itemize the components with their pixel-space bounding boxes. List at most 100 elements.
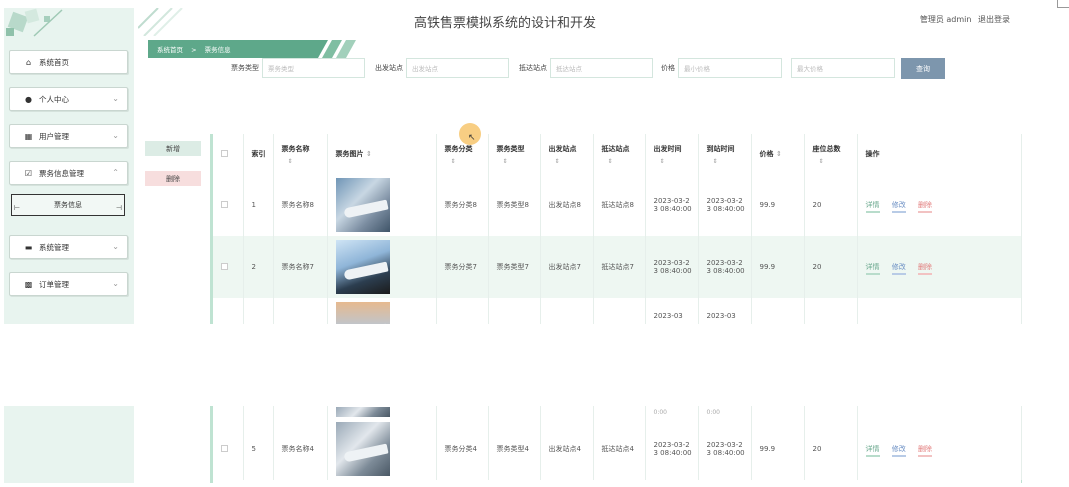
sidebar-item-personal[interactable]: ● 个人中心 ⌄ <box>9 87 128 111</box>
cell-from: 出发站点8 <box>540 174 594 236</box>
cell-arrive: 2023-03-23 08:40:00 <box>698 174 752 236</box>
search-button[interactable]: 查询 <box>901 58 945 79</box>
ticket-table: 索引 票务名称 ⇕ 票务图片 ⇕ 票务分类 ⇕ 票务类型 ⇕ 出发站点 ⇕ 抵达站点 ⇕ … <box>210 134 1022 324</box>
home-icon: ⌂ <box>25 57 32 67</box>
row-checkbox[interactable] <box>221 444 228 452</box>
cell-seats: 20 <box>804 174 858 236</box>
corner-decoration <box>6 8 63 37</box>
sidebar-item-home[interactable]: ⌂ 系统首页 <box>9 50 128 74</box>
submenu-label: 票务信息 <box>54 201 82 209</box>
sort-icon: ⇕ <box>287 157 293 165</box>
breadcrumb-text: 系统首页 > 票务信息 <box>157 44 237 54</box>
col-header-name[interactable]: 票务名称 ⇕ <box>273 134 328 174</box>
cell-seats: 20 <box>804 236 858 298</box>
selection-handle-left-icon: ⊢ <box>14 204 21 212</box>
col-header-seats[interactable]: 座位总数 ⇕ <box>804 134 858 174</box>
search-label: 抵达站点 <box>519 64 547 72</box>
detail-button[interactable]: 详情 <box>865 201 880 213</box>
breadcrumb-separator: > <box>191 46 197 54</box>
edit-button[interactable]: 修改 <box>891 201 906 213</box>
cell-seats: 20 <box>804 418 858 480</box>
submenu-ticket-info[interactable]: ⊢ 票务信息 ⊣ <box>11 194 125 216</box>
chevron-down-icon: ⌄ <box>112 94 119 103</box>
cell-actions: 详情 修改 删除 <box>857 418 1022 480</box>
select-all-checkbox[interactable] <box>221 149 228 157</box>
max-price-input[interactable]: 最大价格 <box>791 58 895 78</box>
sidebar: ⌂ 系统首页 ● 个人中心 ⌄ ▦ 用户管理 ⌄ ☑ 票务信息管理 ⌃ ⊢ 票务… <box>4 8 134 324</box>
cell-type: 票务类型8 <box>488 174 541 236</box>
search-label: 票务类型 <box>231 64 259 72</box>
row-checkbox[interactable] <box>221 200 228 208</box>
sidebar-item-label: 个人中心 <box>39 94 69 104</box>
search-arrival: 抵达站点 抵达站点 <box>519 58 653 78</box>
delete-button[interactable]: 删除 <box>917 263 932 275</box>
breadcrumb: 系统首页 > 票务信息 <box>148 40 358 58</box>
detail-button[interactable]: 详情 <box>865 263 880 275</box>
col-header-image[interactable]: 票务图片 ⇕ <box>327 134 437 174</box>
sidebar-lower <box>4 406 134 483</box>
cell-index: 2 <box>243 236 274 298</box>
sort-icon: ⇕ <box>775 150 782 158</box>
sidebar-item-system[interactable]: ▬ 系统管理 ⌄ <box>9 235 128 259</box>
cell-arrive-partial: 0:00 <box>698 406 752 418</box>
table-row: 2 票务名称7 票务分类7 票务类型7 出发站点7 抵达站点7 2023-03-… <box>213 236 1022 298</box>
search-ticket-type: 票务类型 票务类型 <box>231 58 365 78</box>
cell-name: 票务名称8 <box>273 174 328 236</box>
delete-button[interactable]: 删除 <box>917 445 932 457</box>
departure-input[interactable]: 出发站点 <box>406 58 509 78</box>
check-icon: ☑ <box>24 168 33 178</box>
col-header-price[interactable]: 价格 ⇕ <box>751 134 805 174</box>
bulk-delete-button[interactable]: 删除 <box>145 171 201 186</box>
breadcrumb-home[interactable]: 系统首页 <box>157 46 183 54</box>
sidebar-item-orders[interactable]: ▩ 订单管理 ⌄ <box>9 272 128 296</box>
cell-arrive: 2023-03-23 08:40:00 <box>698 236 752 298</box>
sidebar-item-ticket-management[interactable]: ☑ 票务信息管理 ⌃ <box>9 161 128 185</box>
table-row-partial: 0:00 0:00 <box>213 406 1022 418</box>
cell-category: 票务分类8 <box>436 174 489 236</box>
ticket-image <box>335 178 390 232</box>
add-button[interactable]: 新增 <box>145 141 201 156</box>
logout-link[interactable]: 退出登录 <box>978 15 1010 24</box>
cell-price: 99.9 <box>751 174 805 236</box>
col-header-type[interactable]: 票务类型 ⇕ <box>488 134 541 174</box>
person-icon: ● <box>25 94 32 104</box>
sort-icon: ⇕ <box>554 157 560 165</box>
ticket-image <box>335 240 390 294</box>
col-header-depart[interactable]: 出发时间 ⇕ <box>645 134 699 174</box>
detail-button[interactable]: 详情 <box>865 445 880 457</box>
cell-name: 票务名称4 <box>273 418 328 480</box>
sort-icon: ⇕ <box>502 157 508 165</box>
min-price-input[interactable]: 最小价格 <box>678 58 782 78</box>
edit-button[interactable]: 修改 <box>891 263 906 275</box>
sidebar-item-label: 系统管理 <box>39 242 69 252</box>
chevron-up-icon: ⌃ <box>112 168 119 177</box>
sidebar-item-label: 票务信息管理 <box>39 168 84 178</box>
cell-category: 票务分类7 <box>436 236 489 298</box>
window-corner-decoration <box>1057 0 1069 8</box>
ticket-type-input[interactable]: 票务类型 <box>262 58 365 78</box>
search-label: 出发站点 <box>375 64 403 72</box>
col-header-from[interactable]: 出发站点 ⇕ <box>540 134 594 174</box>
cell-index <box>243 298 274 324</box>
row-checkbox[interactable] <box>221 262 228 270</box>
search-departure: 出发站点 出发站点 <box>375 58 509 78</box>
cell-from: 出发站点4 <box>540 418 594 480</box>
cell-depart-partial: 0:00 <box>645 406 699 418</box>
cell-depart: 2023-03-23 08:40:00 <box>645 174 699 236</box>
sidebar-item-users[interactable]: ▦ 用户管理 ⌄ <box>9 124 128 148</box>
edit-button[interactable]: 修改 <box>891 445 906 457</box>
col-header-to[interactable]: 抵达站点 ⇕ <box>593 134 646 174</box>
sort-icon: ⇕ <box>450 157 456 165</box>
admin-label: 管理员 admin <box>919 15 972 24</box>
cell-to: 抵达站点4 <box>593 418 646 480</box>
ticket-image <box>335 302 390 324</box>
search-label: 价格 <box>661 64 675 72</box>
arrival-input[interactable]: 抵达站点 <box>550 58 653 78</box>
ticket-table-lower: 0:00 0:00 5 票务名称4 票务分类4 票务类型4 出发站点4 抵达站点… <box>210 406 1022 483</box>
app-window: ⌂ 系统首页 ● 个人中心 ⌄ ▦ 用户管理 ⌄ ☑ 票务信息管理 ⌃ ⊢ 票务… <box>4 8 1022 324</box>
cell-name <box>273 298 328 324</box>
cell-to: 抵达站点7 <box>593 236 646 298</box>
cell-category: 票务分类4 <box>436 418 489 480</box>
delete-button[interactable]: 删除 <box>917 201 932 213</box>
col-header-arrive[interactable]: 到站时间 ⇕ <box>698 134 752 174</box>
